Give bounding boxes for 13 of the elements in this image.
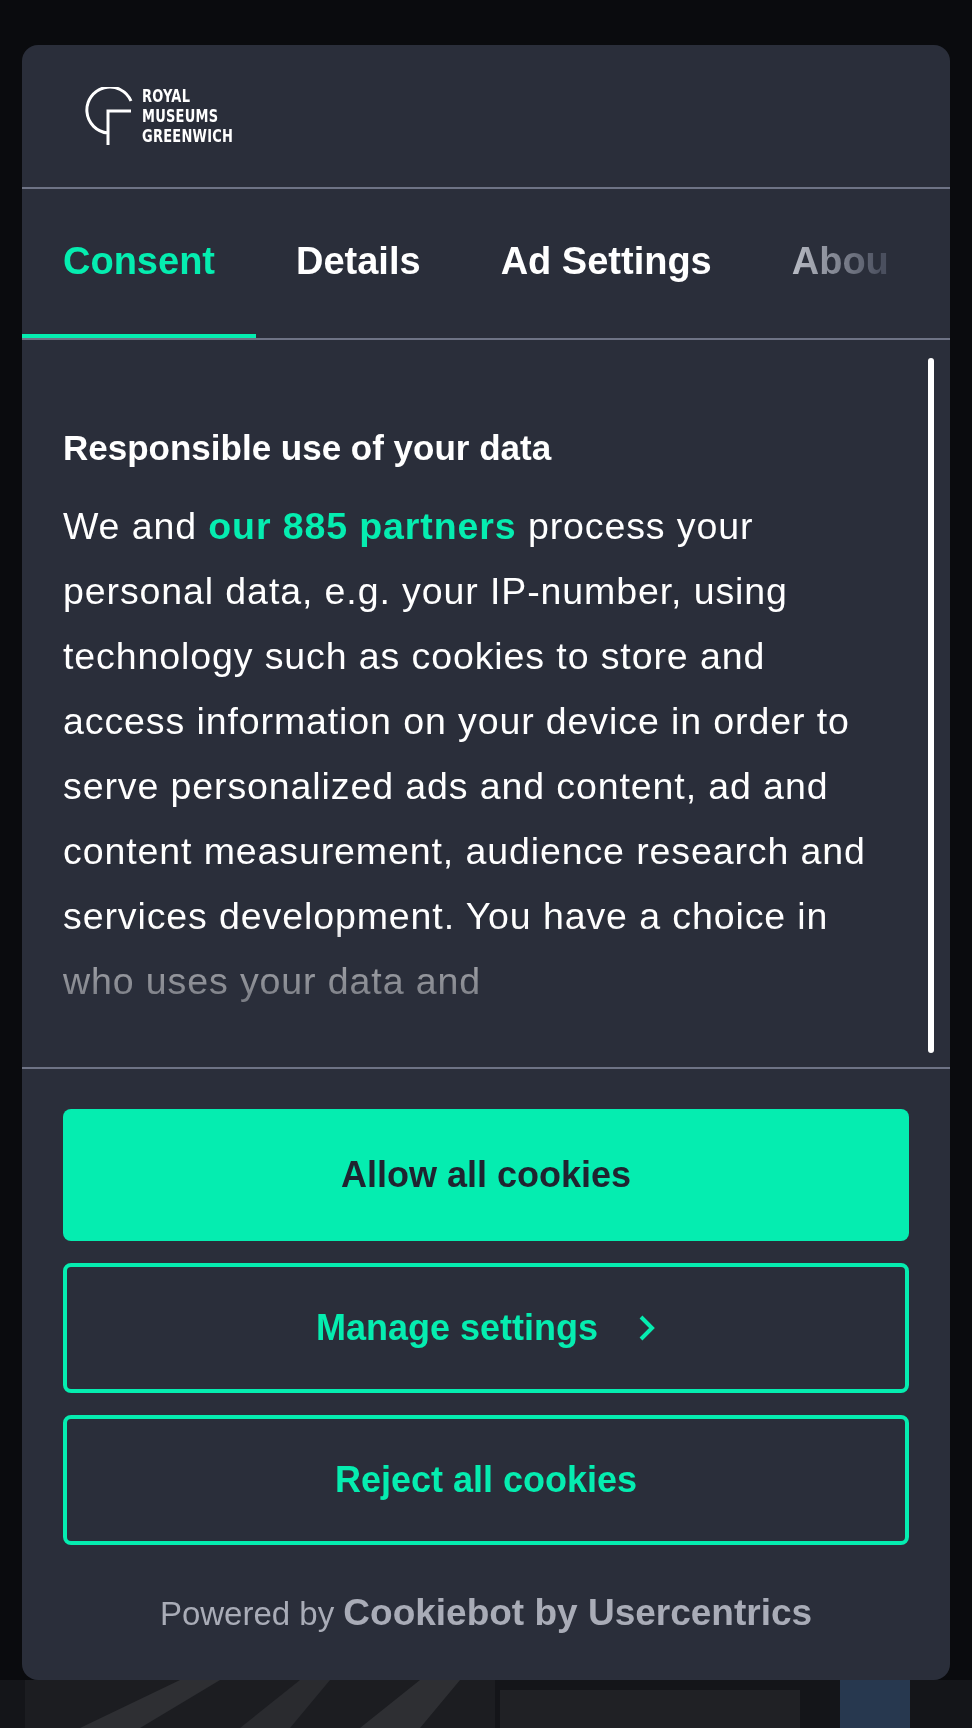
tab[interactable]: Ad Settings	[460, 189, 752, 338]
powered-by-text: Powered by Cookiebot by Usercentrics	[159, 1591, 813, 1634]
tab[interactable]: Details	[256, 189, 461, 338]
partners-link[interactable]: our 885 partners	[208, 505, 517, 547]
consent-text: We and our 885 partners process your personal data, e.g. your IP-number, using technology such as cookies to store and access information on your device in order to serve personalized ads and content, ad and content measurement, audience research and services development. You have a choice in who uses your data and	[63, 504, 867, 1004]
logo-icon	[84, 87, 134, 145]
tab[interactable]: Consent	[22, 189, 256, 338]
logo-text: ROYAL MUSEUMS GREENWICH	[142, 86, 234, 146]
outline-button[interactable]: Manage settings	[63, 1263, 909, 1393]
scrollbar[interactable]	[928, 358, 934, 1053]
section-heading: Responsible use of your data	[63, 428, 553, 468]
allow-button[interactable]: Allow all cookies	[63, 1109, 909, 1241]
outline-button[interactable]: Reject all cookies	[63, 1415, 909, 1545]
